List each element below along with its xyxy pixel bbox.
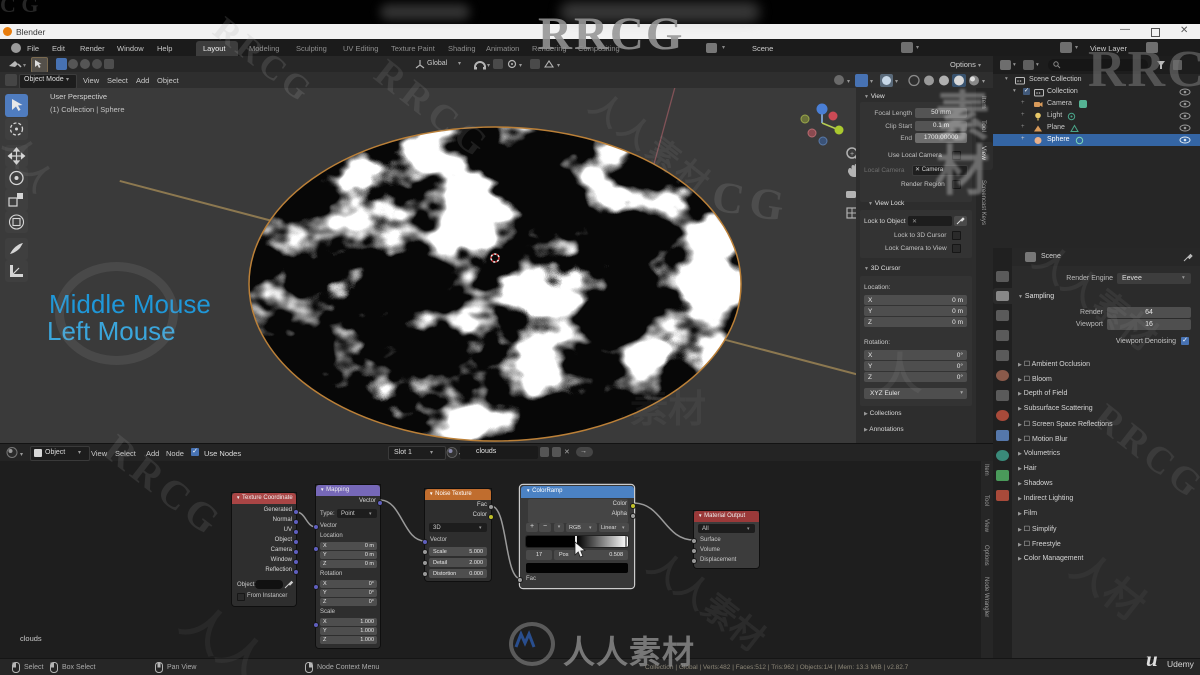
svg-text:▾: ▾ [487, 63, 490, 69]
svg-text:▾: ▾ [982, 79, 985, 85]
svg-text:▾: ▾ [23, 63, 26, 69]
svg-text:▾: ▾ [847, 79, 850, 85]
svg-text:+: + [850, 151, 854, 158]
svg-text:▾: ▾ [519, 63, 522, 69]
svg-text:▾: ▾ [870, 79, 873, 85]
svg-text:▾: ▾ [895, 79, 898, 85]
svg-text:▾: ▾ [557, 63, 560, 69]
svg-text:▾: ▾ [20, 452, 23, 458]
